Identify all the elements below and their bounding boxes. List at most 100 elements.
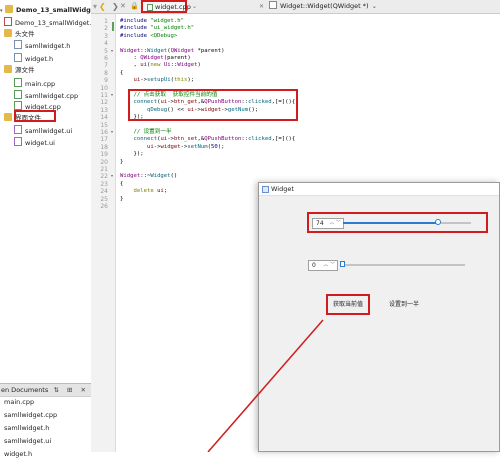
tree-item-label: samllwidget.ui [25, 127, 73, 135]
split-icon[interactable]: ✕ [120, 2, 126, 11]
tree-item-[interactable]: 源文件 [4, 65, 35, 76]
code-token: Widget [146, 47, 168, 54]
dropdown-arrow-icon[interactable]: ▾ [93, 2, 97, 11]
code-token: :: [140, 47, 147, 54]
code-token: Widget [120, 173, 141, 180]
window-title: Widget [271, 185, 294, 193]
tree-item-demo-13-smallwidget-pro[interactable]: Demo_13_smallWidget.pro [4, 17, 102, 28]
code-token: ); [187, 77, 195, 84]
code-token: delete [133, 188, 158, 195]
open-document-item[interactable]: samllwidget.cpp [4, 410, 57, 421]
forward-icon[interactable]: ❯ [112, 2, 119, 11]
code-token: , [120, 62, 141, 69]
code-token: Widget [150, 173, 171, 180]
code-token: connect [133, 136, 158, 143]
tree-item-samllwidget-cpp[interactable]: samllwidget.cpp [14, 90, 78, 101]
code-token: this [173, 77, 188, 84]
tree-item-label: Demo_13_smallWidget.pro [15, 19, 102, 27]
tree-item-label: widget.h [25, 55, 54, 63]
set-half-button[interactable]: 设置到一半 [382, 294, 426, 315]
tree-item-[interactable]: 头文件 [4, 29, 35, 40]
selected-file-highlight [14, 110, 56, 122]
symbol-icon [269, 1, 277, 9]
code-token: parent [200, 47, 222, 54]
modified-line-marker [112, 22, 114, 31]
tree-item-label: main.cpp [25, 80, 56, 88]
value-spinbox[interactable]: 74 ︿ ﹀ [312, 218, 344, 229]
code-line: }); [120, 150, 144, 159]
code-token: { [120, 180, 124, 187]
spin-arrows-icon[interactable]: ︿ ﹀ [329, 219, 341, 228]
code-token: ui [140, 62, 147, 69]
header-file-icon [14, 40, 22, 49]
code-token: ); [217, 143, 225, 150]
tab-widget-cpp[interactable]: widget.cpp [141, 0, 191, 13]
open-document-item[interactable]: widget.h [4, 449, 32, 460]
fold-arrow-icon[interactable]: ▾ [111, 92, 113, 97]
tree-item-samllwidget-ui[interactable]: samllwidget.ui [14, 125, 72, 136]
value-slider-2[interactable] [340, 261, 465, 267]
code-token: clicked [248, 136, 272, 143]
code-token: ) [221, 47, 225, 54]
value-slider[interactable] [343, 219, 471, 225]
code-token: }); [120, 151, 144, 158]
app-titlebar[interactable]: Widget [259, 183, 499, 196]
tree-item-demo-13-smallwidget[interactable]: ▾ Demo_13_smallWidget [0, 5, 98, 16]
code-line: ui->setupUi(this); [120, 76, 194, 85]
code-token: "ui_widget.h" [150, 25, 195, 32]
code-token: #include [120, 18, 151, 24]
tree-item-label: 源文件 [15, 66, 35, 74]
code-token: setupUi [146, 77, 171, 84]
back-icon[interactable]: ❮ [99, 2, 106, 11]
code-token: ) [197, 62, 201, 69]
code-token: { [120, 69, 124, 76]
tree-item-samllwidget-h[interactable]: samllwidget.h [14, 40, 70, 51]
tree-item-widget-ui[interactable]: widget.ui [14, 137, 55, 148]
header-file-icon [14, 53, 22, 62]
value-spinbox-2[interactable]: 0 ︿ ﹀ [308, 260, 338, 271]
code-line: delete ui; [120, 187, 167, 196]
editor-toolbar: ▾ ❮ ❯ ✕ 🔒 widget.cpp ⌄ ✕ Widget::Widget(… [91, 0, 500, 14]
code-token: -> [167, 136, 174, 143]
code-token: ui [146, 143, 154, 150]
open-document-item[interactable]: samllwidget.h [4, 423, 49, 434]
fold-arrow-icon[interactable]: ▾ [111, 48, 113, 53]
folder-icon [4, 113, 12, 121]
code-token: Widget [120, 47, 141, 54]
close-tab-icon[interactable]: ✕ [259, 2, 264, 11]
code-highlight-box [128, 89, 298, 121]
code-line: } [120, 195, 123, 204]
code-token: -> [140, 77, 147, 84]
code-token: Ui [163, 62, 171, 69]
slider-handle-2[interactable] [340, 261, 345, 267]
tab-label: widget.cpp [155, 3, 191, 11]
open-document-item[interactable]: main.cpp [4, 397, 34, 408]
symbol-selector[interactable]: Widget::Widget(QWidget *) ⌄ [269, 0, 377, 13]
open-documents-tools[interactable]: ⇅ ⊞ ✕ [54, 384, 89, 396]
line-number: 26 [100, 203, 108, 210]
code-token: ; [163, 188, 168, 195]
ui-file-icon [14, 125, 22, 134]
spin-arrows-icon-2[interactable]: ︿ ﹀ [323, 261, 335, 270]
fold-arrow-icon[interactable]: ▾ [111, 173, 113, 178]
open-document-item[interactable]: samllwidget.ui [4, 436, 51, 447]
tree-item-widget-h[interactable]: widget.h [14, 53, 53, 64]
code-token: QWidget [170, 47, 195, 54]
window-icon [262, 186, 269, 193]
open-documents-title: en Documents [1, 386, 49, 394]
lock-icon: 🔒 [130, 2, 139, 10]
tab-dropdown-icon[interactable]: ⌄ [192, 2, 197, 11]
code-line: Widget::~Widget() [120, 172, 177, 181]
code-token: <QDebug> [150, 32, 178, 39]
code-token: setNum [187, 143, 208, 150]
open-documents-header: en Documents ⇅ ⊞ ✕ [0, 383, 91, 397]
tree-item-main-cpp[interactable]: main.cpp [14, 78, 55, 89]
get-value-button[interactable]: 获取当前值 [326, 294, 370, 315]
fold-arrow-icon[interactable]: ▾ [111, 129, 113, 134]
code-token: // 设置到一半 [120, 129, 172, 135]
widget-app-window: Widget 74 ︿ ﹀ 0 ︿ ﹀ 获取当前值 设置到一半 [258, 182, 500, 452]
code-token: : [120, 55, 141, 61]
cpp-file-icon [14, 90, 22, 99]
tree-item-label: widget.ui [25, 139, 55, 147]
slider-handle[interactable] [434, 219, 441, 225]
